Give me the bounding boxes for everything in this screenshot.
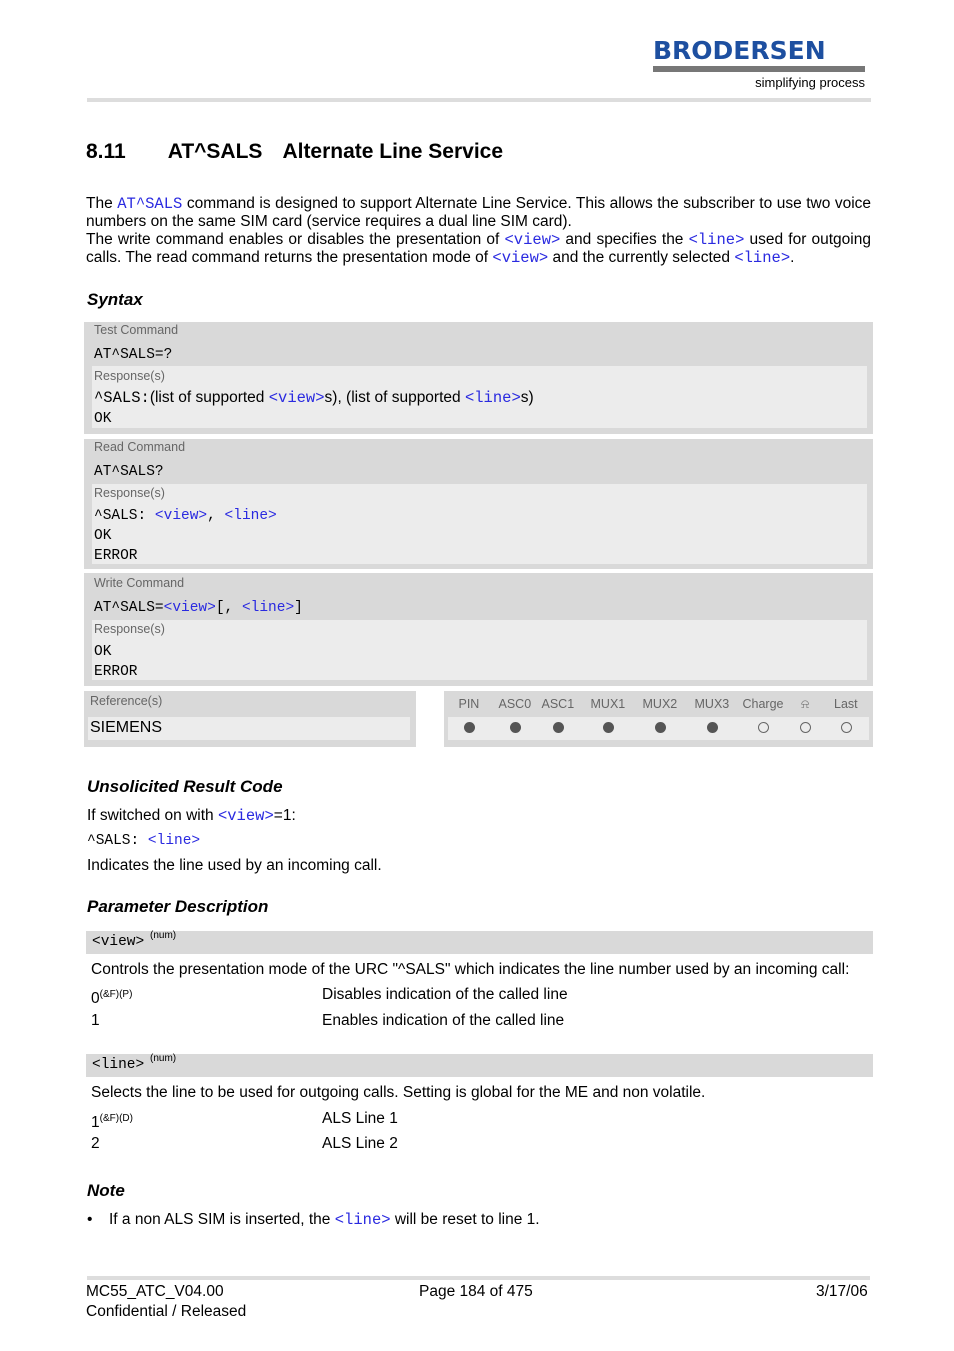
logo-text: BRODERSEN	[653, 36, 826, 65]
link-view[interactable]: <view>	[492, 249, 548, 267]
column-pin: PIN	[458, 697, 480, 711]
link-line[interactable]: <line>	[689, 231, 745, 249]
footer-page: Page 184 of 475	[419, 1283, 533, 1300]
reference-block: Reference(s) SIEMENS	[84, 691, 416, 747]
filled-circle-icon	[655, 722, 666, 733]
page: BRODERSEN simplifying process 8.11 AT^SAL…	[0, 0, 954, 1351]
filled-circle-icon	[464, 722, 475, 733]
column-mux2: MUX2	[642, 697, 678, 711]
urc-description: Indicates the line used by an incoming c…	[87, 857, 382, 874]
param-view-value-desc: Disables indication of the called line	[322, 986, 568, 1003]
filled-circle-icon	[510, 722, 521, 733]
footer-doc: MC55_ATC_V04.00	[86, 1283, 224, 1300]
note-heading: Note	[87, 1181, 125, 1200]
param-view-value: 1	[91, 1012, 100, 1029]
logo-tagline: simplifying process	[755, 75, 865, 90]
param-view-value-desc: Enables indication of the called line	[322, 1012, 565, 1029]
link-at-sals[interactable]: AT^SALS	[117, 195, 182, 213]
column-charge: Charge	[742, 697, 784, 711]
filled-circle-icon	[603, 722, 614, 733]
section-title: 8.11 AT^SALS Alternate Line Service	[86, 140, 504, 163]
param-line-value: 1(&F)(D)	[91, 1113, 133, 1132]
urc-code: ^SALS: <line>	[87, 833, 201, 849]
header-rule	[87, 98, 871, 102]
column-alarm-icon: ⍾	[801, 697, 810, 711]
params-heading: Parameter Description	[87, 897, 269, 916]
param-line-value: 2	[91, 1135, 100, 1152]
write-command-block: Write Command AT^SALS=<view>[, <line>] R…	[84, 573, 873, 686]
footer-status: Confidential / Released	[86, 1303, 247, 1320]
syntax-heading: Syntax	[87, 290, 143, 309]
param-line-value-desc: ALS Line 2	[322, 1135, 398, 1152]
column-mux1: MUX1	[590, 697, 626, 711]
filled-circle-icon	[707, 722, 718, 733]
footer-rule	[87, 1276, 870, 1280]
column-last: Last	[834, 697, 858, 711]
intro: The AT^SALS command is designed to suppo…	[86, 195, 872, 267]
link-line[interactable]: <line>	[734, 249, 790, 267]
test-command-block: Test Command AT^SALS=? Response(s) ^SALS…	[84, 322, 873, 434]
param-line-header: <line> (num)	[86, 1053, 873, 1077]
param-line-value-desc: ALS Line 1	[322, 1110, 398, 1127]
empty-circle-icon	[800, 722, 811, 733]
logo: BRODERSEN simplifying process	[653, 38, 865, 90]
availability-table: PIN ASC0 ASC1 MUX1 MUX2 MUX3 Charge ⍾ Last	[444, 691, 873, 747]
link-view[interactable]: <view>	[504, 231, 560, 249]
read-command-block: Read Command AT^SALS? Response(s) ^SALS:…	[84, 439, 873, 569]
param-view-value: 0(&F)(P)	[91, 989, 133, 1008]
empty-circle-icon	[841, 722, 852, 733]
column-asc0: ASC0	[498, 697, 532, 711]
column-asc1: ASC1	[541, 697, 575, 711]
empty-circle-icon	[758, 722, 769, 733]
param-view-desc: Controls the presentation mode of the UR…	[91, 961, 850, 978]
footer-date: 3/17/06	[816, 1283, 868, 1300]
column-mux3: MUX3	[694, 697, 730, 711]
param-line-desc: Selects the line to be used for outgoing…	[91, 1084, 706, 1101]
param-view-header: <view> (num)	[86, 930, 873, 954]
urc-heading: Unsolicited Result Code	[87, 777, 283, 796]
note-item: • If a non ALS SIM is inserted, the <line…	[87, 1211, 540, 1229]
filled-circle-icon	[553, 722, 564, 733]
urc-condition: If switched on with <view>=1:	[87, 807, 296, 825]
